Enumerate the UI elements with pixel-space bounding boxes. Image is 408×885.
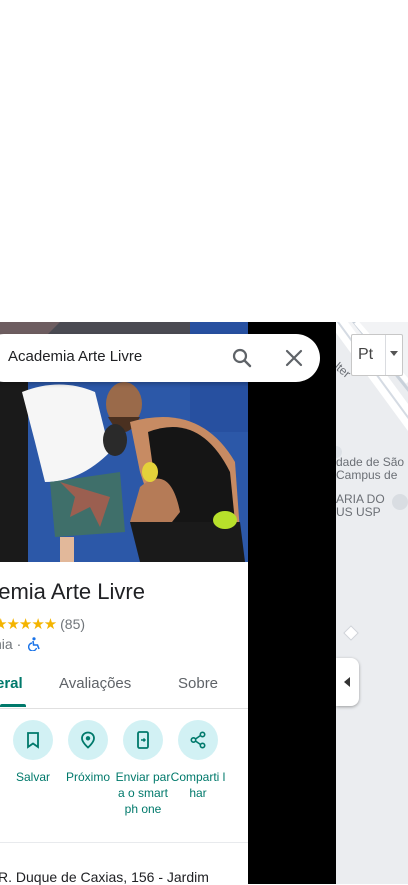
place-title: demia Arte Livre [0, 579, 145, 604]
send-to-phone-label: Enviar para o smartph one [115, 770, 171, 816]
place-address[interactable]: R. Duque de Caxias, 156 - Jardim [0, 869, 209, 885]
map-language-button[interactable]: Pt [351, 334, 403, 376]
nearby-icon [81, 731, 95, 749]
caret-down-icon[interactable] [390, 351, 398, 356]
black-gap [248, 322, 336, 884]
close-icon[interactable] [282, 346, 306, 370]
nearby-label: Próximo [65, 770, 110, 784]
wheelchair-icon [28, 637, 40, 652]
language-label: Pt [358, 346, 374, 363]
nearby-button[interactable]: Próximo [60, 720, 116, 785]
send-to-phone-icon [137, 731, 149, 749]
chevron-left-icon [344, 677, 350, 687]
map-label: Campus de [336, 468, 398, 482]
collapse-panel-button[interactable] [336, 658, 359, 706]
map-canvas[interactable]: lter dade de São Campus de ARIA DO US US… [336, 322, 408, 884]
tab-reviews[interactable]: Avaliações [59, 675, 131, 692]
blank-area [0, 0, 408, 322]
star-rating: ★★★★★ [0, 616, 57, 633]
category-row: nia · [0, 636, 41, 652]
save-label: Salvar [15, 770, 50, 784]
place-tabs: eral Avaliações Sobre [0, 664, 248, 709]
share-label: Comparti lhar [170, 770, 226, 800]
place-category[interactable]: nia · [0, 636, 21, 652]
save-button[interactable]: Salvar [5, 720, 61, 785]
review-count[interactable]: (85) [60, 616, 85, 632]
tab-overview[interactable]: eral [0, 675, 23, 692]
share-icon [190, 731, 206, 749]
section-divider [0, 842, 248, 843]
share-button[interactable]: Comparti lhar [170, 720, 226, 801]
map-label: US USP [336, 505, 381, 519]
send-to-phone-button[interactable]: Enviar para o smartph one [115, 720, 171, 817]
rating-row: ★★★★★ (85) [0, 615, 85, 633]
search-icon[interactable] [230, 346, 254, 370]
tab-about[interactable]: Sobre [178, 675, 218, 692]
map-roads [336, 322, 408, 641]
active-tab-indicator [0, 704, 26, 707]
search-input[interactable]: Academia Arte Livre [8, 348, 142, 365]
search-box: Academia Arte Livre [0, 334, 320, 382]
bookmark-icon [27, 732, 39, 749]
